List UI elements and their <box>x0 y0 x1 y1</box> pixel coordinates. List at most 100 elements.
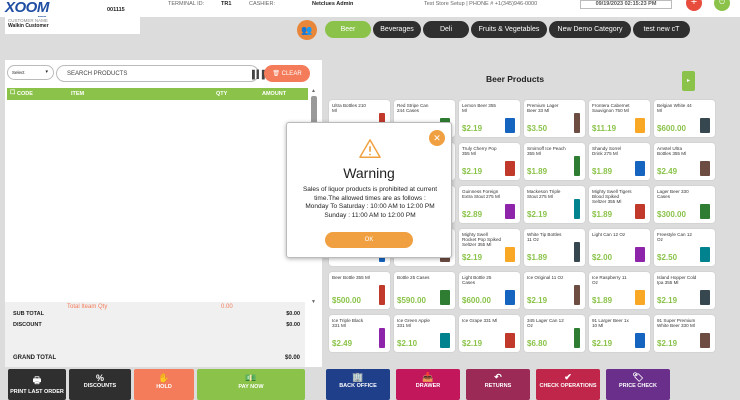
product-card[interactable]: Belgian White 44 Ml $600.00 <box>654 100 715 137</box>
price-check-button[interactable]: 🏷 PRICE CHECK <box>606 369 670 400</box>
product-image <box>574 242 580 262</box>
modal-message: Sales of liquor products is prohibited a… <box>295 186 445 220</box>
tab-test-new-ct[interactable]: test new cT <box>633 21 690 38</box>
hold-button[interactable]: ✋ HOLD <box>134 369 194 400</box>
warning-icon <box>359 139 381 158</box>
product-price: $300.00 <box>657 210 686 219</box>
product-image <box>635 290 645 305</box>
product-name: Truly Cherry Pop 355 Ml <box>462 146 497 157</box>
product-card[interactable]: 91 Larger Beer 1x 10 Ml $2.19 <box>589 315 650 352</box>
product-name: 345 Lager Can 12 Oz <box>527 318 564 329</box>
tab-beer[interactable]: Beer <box>325 21 371 38</box>
discounts-button[interactable]: % DISCOUNTS <box>69 369 131 400</box>
product-image <box>505 290 515 305</box>
product-card[interactable]: Beer Bottle 355 Ml $500.00 <box>329 272 390 309</box>
back-office-button[interactable]: 🏢 BACK OFFICE <box>326 369 390 400</box>
product-name: Belgian White 44 Ml <box>657 103 692 114</box>
product-name: Guinness Foreign Extra Stout 275 Ml <box>462 189 500 200</box>
total-item-qty-label: Total Iteam Qty <box>67 304 108 310</box>
product-card[interactable]: Island Hopper Cold Ipa 355 Ml $2.19 <box>654 272 715 309</box>
product-card[interactable]: Lager Beer 330 Cases $300.00 <box>654 186 715 223</box>
product-card[interactable]: Ice Grape 331 Ml $2.19 <box>459 315 520 352</box>
return-icon: ↶ <box>494 372 502 382</box>
product-price: $1.89 <box>592 167 613 176</box>
product-image <box>505 204 515 219</box>
customer-block[interactable]: CUSTOMER NAME Walkin Customer <box>5 17 140 34</box>
product-image <box>635 204 645 219</box>
product-card[interactable]: Mackeson Triple Stout 275 Ml $2.19 <box>524 186 585 223</box>
bottom-actions: 🏢 BACK OFFICE 📥 DRAWER ↶ RETURNS ✔ CHECK OPE… <box>326 369 670 400</box>
returns-button[interactable]: ↶ RETURNS <box>466 369 530 400</box>
tag-icon: 🏷 <box>632 372 644 382</box>
warning-modal: ✕ Warning Sales of liquor products is pr… <box>286 122 452 258</box>
modal-line-3: Sunday : 11:00 AM to 12:00 PM <box>324 211 416 219</box>
product-card[interactable]: Guinness Foreign Extra Stout 275 Ml $2.89 <box>459 186 520 223</box>
product-price: $2.19 <box>657 296 678 305</box>
search-input[interactable]: SEARCH PRODUCTS ▌▍▌▌▍▌ ⌕ <box>56 65 293 82</box>
print-last-order-button[interactable]: 🖶 PRINT LAST ORDER <box>8 369 66 400</box>
product-name: Beer Bottle 355 Ml <box>332 275 370 280</box>
product-card[interactable]: 91 Super Premium White Beer 330 Ml $2.19 <box>654 315 715 352</box>
product-price: $2.19 <box>527 296 548 305</box>
product-card[interactable]: Ice Original 11 Oz $2.19 <box>524 272 585 309</box>
next-page-button[interactable]: ▸ <box>682 71 695 91</box>
product-card[interactable]: Mighty Swell Rocket Pop Spiked Seltzer 3… <box>459 229 520 266</box>
select-all-checkbox[interactable]: ☐ <box>10 89 15 96</box>
product-price: $2.19 <box>462 167 483 176</box>
product-price: $6.80 <box>527 339 548 348</box>
check-operations-button[interactable]: ✔ CHECK OPERATIONS <box>536 369 600 400</box>
product-card[interactable]: Frontera Cabernet Sauvignon 750 Ml $11.19 <box>589 100 650 137</box>
product-price: $3.50 <box>527 124 548 133</box>
tab-deli[interactable]: Deli <box>423 21 469 38</box>
product-card[interactable]: Mighty Swell Tigers Blood Spiked Seltzer… <box>589 186 650 223</box>
product-name: Smirnoff Ice Peach 355 Ml <box>527 146 566 157</box>
product-card[interactable]: Light Can 12 Oz $2.00 <box>589 229 650 266</box>
sub-total-label: SUB TOTAL <box>13 311 44 317</box>
product-image <box>505 247 515 262</box>
product-card[interactable]: Light Bottle 25 Cases $600.00 <box>459 272 520 309</box>
tab-fruits-vegetables[interactable]: Fruits & Vegetables <box>471 21 547 38</box>
scroll-up-icon[interactable]: ▲ <box>311 88 316 94</box>
product-card[interactable]: Bottle 25 Cases $590.00 <box>394 272 455 309</box>
product-image <box>440 333 450 348</box>
product-name: Ultra Bottles 210 Ml <box>332 103 366 114</box>
product-name: Mighty Swell Tigers Blood Spiked Seltzer… <box>592 189 632 205</box>
scroll-down-icon[interactable]: ▼ <box>311 299 316 305</box>
product-card[interactable]: White Tip Bottles 11 Oz $1.89 <box>524 229 585 266</box>
cart-actions: 🖶 PRINT LAST ORDER % DISCOUNTS ✋ HOLD 💵 PAY … <box>8 369 305 400</box>
product-name: Lemon Beer 355 Ml <box>462 103 496 114</box>
product-price: $11.19 <box>592 124 617 133</box>
totals-panel: Total Iteam Qty 0.00 SUB TOTAL $0.00 DISC… <box>5 302 305 367</box>
clear-button[interactable]: 🗑 CLEAR <box>264 65 310 82</box>
product-card[interactable]: Truly Cherry Pop 355 Ml $2.19 <box>459 143 520 180</box>
add-button[interactable]: + <box>686 0 702 11</box>
product-card[interactable]: Lemon Beer 355 Ml $2.19 <box>459 100 520 137</box>
product-name: Shandy Sorrel Drink 275 Ml <box>592 146 622 157</box>
product-image <box>700 161 710 176</box>
product-card[interactable]: Smirnoff Ice Peach 355 Ml $1.89 <box>524 143 585 180</box>
product-card[interactable]: 345 Lager Can 12 Oz $6.80 <box>524 315 585 352</box>
power-button[interactable]: ⏻ <box>714 0 730 11</box>
grand-total-value: $0.00 <box>284 355 300 361</box>
product-card[interactable]: Premium Lager Beer 33 Ml $3.50 <box>524 100 585 137</box>
product-price: $1.89 <box>527 253 548 262</box>
product-name: Bottle 25 Cases <box>397 275 430 280</box>
close-button[interactable]: ✕ <box>429 130 445 146</box>
product-card[interactable]: Amstel Ultra Bottles 355 Ml $2.49 <box>654 143 715 180</box>
tab-new-demo-category[interactable]: New Demo Category <box>549 21 631 38</box>
customers-button[interactable]: 👥 <box>297 20 317 40</box>
drawer-button[interactable]: 📥 DRAWER <box>396 369 460 400</box>
product-price: $2.49 <box>657 167 678 176</box>
code-select[interactable]: Select ▾ <box>7 65 54 80</box>
product-card[interactable]: Ice Raspberry 11 Oz $1.89 <box>589 272 650 309</box>
product-card[interactable]: Shandy Sorrel Drink 275 Ml $1.89 <box>589 143 650 180</box>
tab-beverages[interactable]: Beverages <box>373 21 421 38</box>
product-card[interactable]: Ice Green Apple 331 Ml $2.10 <box>394 315 455 352</box>
pay-now-button[interactable]: 💵 PAY NOW <box>197 369 305 400</box>
product-card[interactable]: Freestyle Can 12 Oz $2.50 <box>654 229 715 266</box>
product-name: Light Bottle 25 Cases <box>462 275 492 286</box>
product-card[interactable]: Ice Triple Black 331 Ml $2.49 <box>329 315 390 352</box>
product-image <box>635 247 645 262</box>
check-icon: ✔ <box>564 372 572 382</box>
ok-button[interactable]: OK <box>325 232 413 248</box>
